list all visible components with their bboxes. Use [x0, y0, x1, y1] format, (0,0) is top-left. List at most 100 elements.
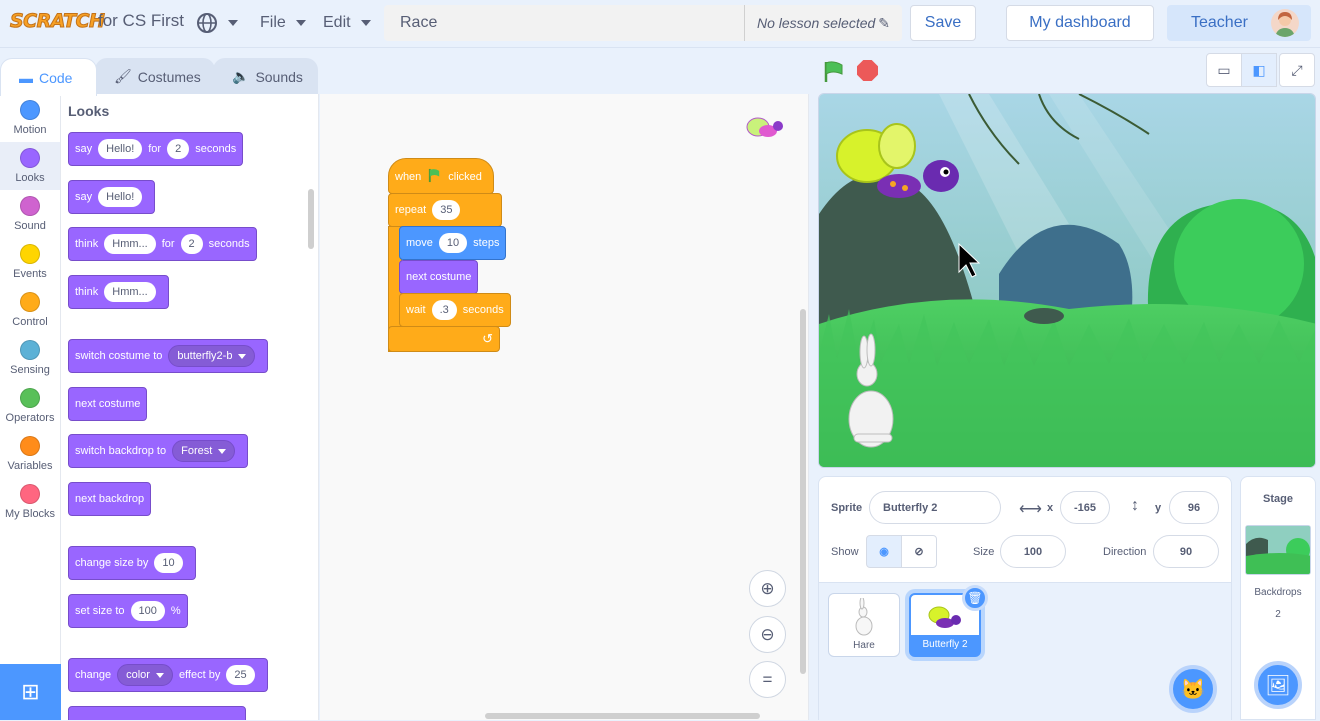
direction-input[interactable]: 90	[1153, 535, 1219, 568]
language-menu[interactable]	[196, 6, 238, 40]
y-axis-icon: ↕	[1131, 497, 1139, 514]
category-variables[interactable]: Variables	[0, 430, 60, 478]
editor-tabs: ▬ Code 🖌 Costumes 🔈 Sounds	[0, 52, 320, 96]
category-menu: Motion Looks Sound Events Control Sensin…	[0, 94, 61, 664]
hare-thumbnail	[855, 596, 873, 636]
backdrop-dropdown[interactable]: Forest	[172, 440, 236, 462]
add-sprite-button[interactable]: 🐱	[1169, 665, 1217, 713]
small-stage-button[interactable]: ▭	[1206, 53, 1242, 87]
zoom-in-button[interactable]: ⊕	[749, 570, 786, 607]
stage-thumbnail[interactable]	[1245, 525, 1311, 575]
x-axis-icon: ⟷	[1019, 501, 1042, 518]
hide-sprite-button[interactable]: ⊘	[901, 535, 937, 568]
block-next-costume-script[interactable]: next costume	[399, 260, 479, 294]
category-sensing[interactable]: Sensing	[0, 334, 60, 382]
category-looks[interactable]: Looks	[0, 142, 60, 190]
repeat-end: ↺	[388, 326, 500, 352]
block-switch-costume[interactable]: switch costume to butterfly2-b	[68, 339, 269, 373]
block-switch-backdrop[interactable]: switch backdrop to Forest	[68, 434, 249, 468]
category-control[interactable]: Control	[0, 286, 60, 334]
forest-backdrop	[819, 94, 1315, 467]
script-horizontal-scrollbar[interactable]	[485, 713, 760, 719]
category-motion[interactable]: Motion	[0, 94, 60, 142]
speaker-icon: 🔈	[232, 68, 250, 84]
show-sprite-button[interactable]: ◉	[866, 535, 902, 568]
category-operators[interactable]: Operators	[0, 382, 60, 430]
dashboard-button[interactable]: My dashboard	[1006, 5, 1154, 41]
pencil-icon: ✎	[878, 15, 890, 31]
zoom-out-button[interactable]: ⊖	[749, 616, 786, 653]
chevron-down-icon	[228, 20, 238, 26]
block-set-size[interactable]: set size to 100 %	[68, 594, 188, 628]
add-extension-button[interactable]: ⊞	[0, 664, 61, 720]
fullscreen-button[interactable]: ⤢	[1279, 53, 1315, 87]
green-flag-icon	[429, 168, 440, 183]
add-sprite-icon: 🐱	[1180, 678, 1206, 701]
sprite-name-input[interactable]: Butterfly 2	[869, 491, 1001, 524]
sprite-thumb-hare[interactable]: Hare	[828, 593, 900, 657]
tab-costumes[interactable]: 🖌 Costumes	[95, 58, 215, 94]
control-color-dot	[20, 292, 40, 312]
tab-sounds[interactable]: 🔈 Sounds	[213, 58, 318, 94]
block-repeat[interactable]: repeat 35	[388, 193, 502, 227]
looks-color-dot	[20, 148, 40, 168]
category-my-blocks[interactable]: My Blocks	[0, 478, 60, 526]
chevron-down-icon	[295, 20, 306, 26]
block-when-flag-clicked[interactable]: when clicked	[388, 158, 494, 194]
avatar	[1271, 9, 1299, 37]
normal-stage-button[interactable]: ◧	[1241, 53, 1277, 87]
palette-section-title: Looks	[68, 103, 110, 119]
y-position-input[interactable]: 96	[1169, 491, 1219, 524]
block-change-effect[interactable]: change color effect by 25	[68, 658, 268, 692]
block-move-steps[interactable]: move 10 steps	[399, 226, 507, 260]
file-menu[interactable]: File	[260, 6, 306, 40]
size-input[interactable]: 100	[1000, 535, 1066, 568]
block-wait[interactable]: wait .3 seconds	[399, 293, 511, 327]
lesson-selector[interactable]: No lesson selected ✎	[744, 5, 902, 41]
backdrops-count: 2	[1275, 609, 1281, 620]
variables-color-dot	[20, 436, 40, 456]
chevron-down-icon	[218, 448, 227, 454]
block-next-costume[interactable]: next costume	[68, 387, 148, 421]
small-stage-icon: ▭	[1217, 61, 1231, 78]
block-say-for-seconds[interactable]: say Hello! for 2 seconds	[68, 132, 244, 166]
backdrops-label: Backdrops	[1254, 587, 1302, 598]
add-backdrop-button[interactable]: 🖼	[1254, 661, 1302, 709]
teacher-account-button[interactable]: Teacher	[1167, 5, 1311, 41]
stop-button[interactable]	[857, 60, 878, 81]
x-position-input[interactable]: -165	[1060, 491, 1110, 524]
block-think-for-seconds[interactable]: think Hmm... for 2 seconds	[68, 227, 257, 261]
save-button[interactable]: Save	[910, 5, 976, 41]
block-think[interactable]: think Hmm...	[68, 275, 169, 309]
delete-sprite-button[interactable]: 🗑	[962, 585, 988, 611]
scratch-logo[interactable]: SCRATCH	[8, 8, 105, 36]
edit-menu[interactable]: Edit	[323, 6, 371, 40]
costume-dropdown[interactable]: butterfly2-b	[168, 345, 256, 367]
sprite-pane: Sprite Butterfly 2 ⟷ x -165 ↕ y 96 Show …	[818, 476, 1232, 721]
green-flag-button[interactable]	[822, 60, 846, 84]
project-title-input[interactable]: Race	[384, 5, 744, 41]
butterfly-thumbnail	[928, 606, 961, 628]
block-palette: Looks say Hello! for 2 seconds say Hello…	[61, 94, 319, 720]
script-area[interactable]: when clicked repeat 35 ↺ move 10 steps n…	[320, 94, 809, 720]
block-say[interactable]: say Hello!	[68, 180, 156, 214]
sound-color-dot	[20, 196, 40, 216]
block-set-effect-partial[interactable]	[68, 706, 246, 720]
code-icon: ▬	[19, 69, 33, 86]
brand-subtitle: for CS First	[98, 11, 184, 30]
category-events[interactable]: Events	[0, 238, 60, 286]
tab-code[interactable]: ▬ Code	[0, 58, 97, 96]
script-vertical-scrollbar[interactable]	[800, 309, 806, 674]
chevron-down-icon	[360, 20, 371, 26]
block-change-size[interactable]: change size by 10	[68, 546, 196, 580]
block-next-backdrop[interactable]: next backdrop	[68, 482, 152, 516]
zoom-reset-icon: =	[762, 669, 773, 689]
category-sound[interactable]: Sound	[0, 190, 60, 238]
palette-scrollbar[interactable]	[308, 189, 314, 249]
effect-dropdown[interactable]: color	[117, 664, 173, 686]
stage-canvas[interactable]	[818, 93, 1316, 468]
zoom-reset-button[interactable]: =	[749, 661, 786, 698]
loop-arrow-icon: ↺	[482, 331, 493, 346]
zoom-in-icon: ⊕	[760, 578, 775, 598]
normal-stage-icon: ◧	[1252, 61, 1266, 78]
